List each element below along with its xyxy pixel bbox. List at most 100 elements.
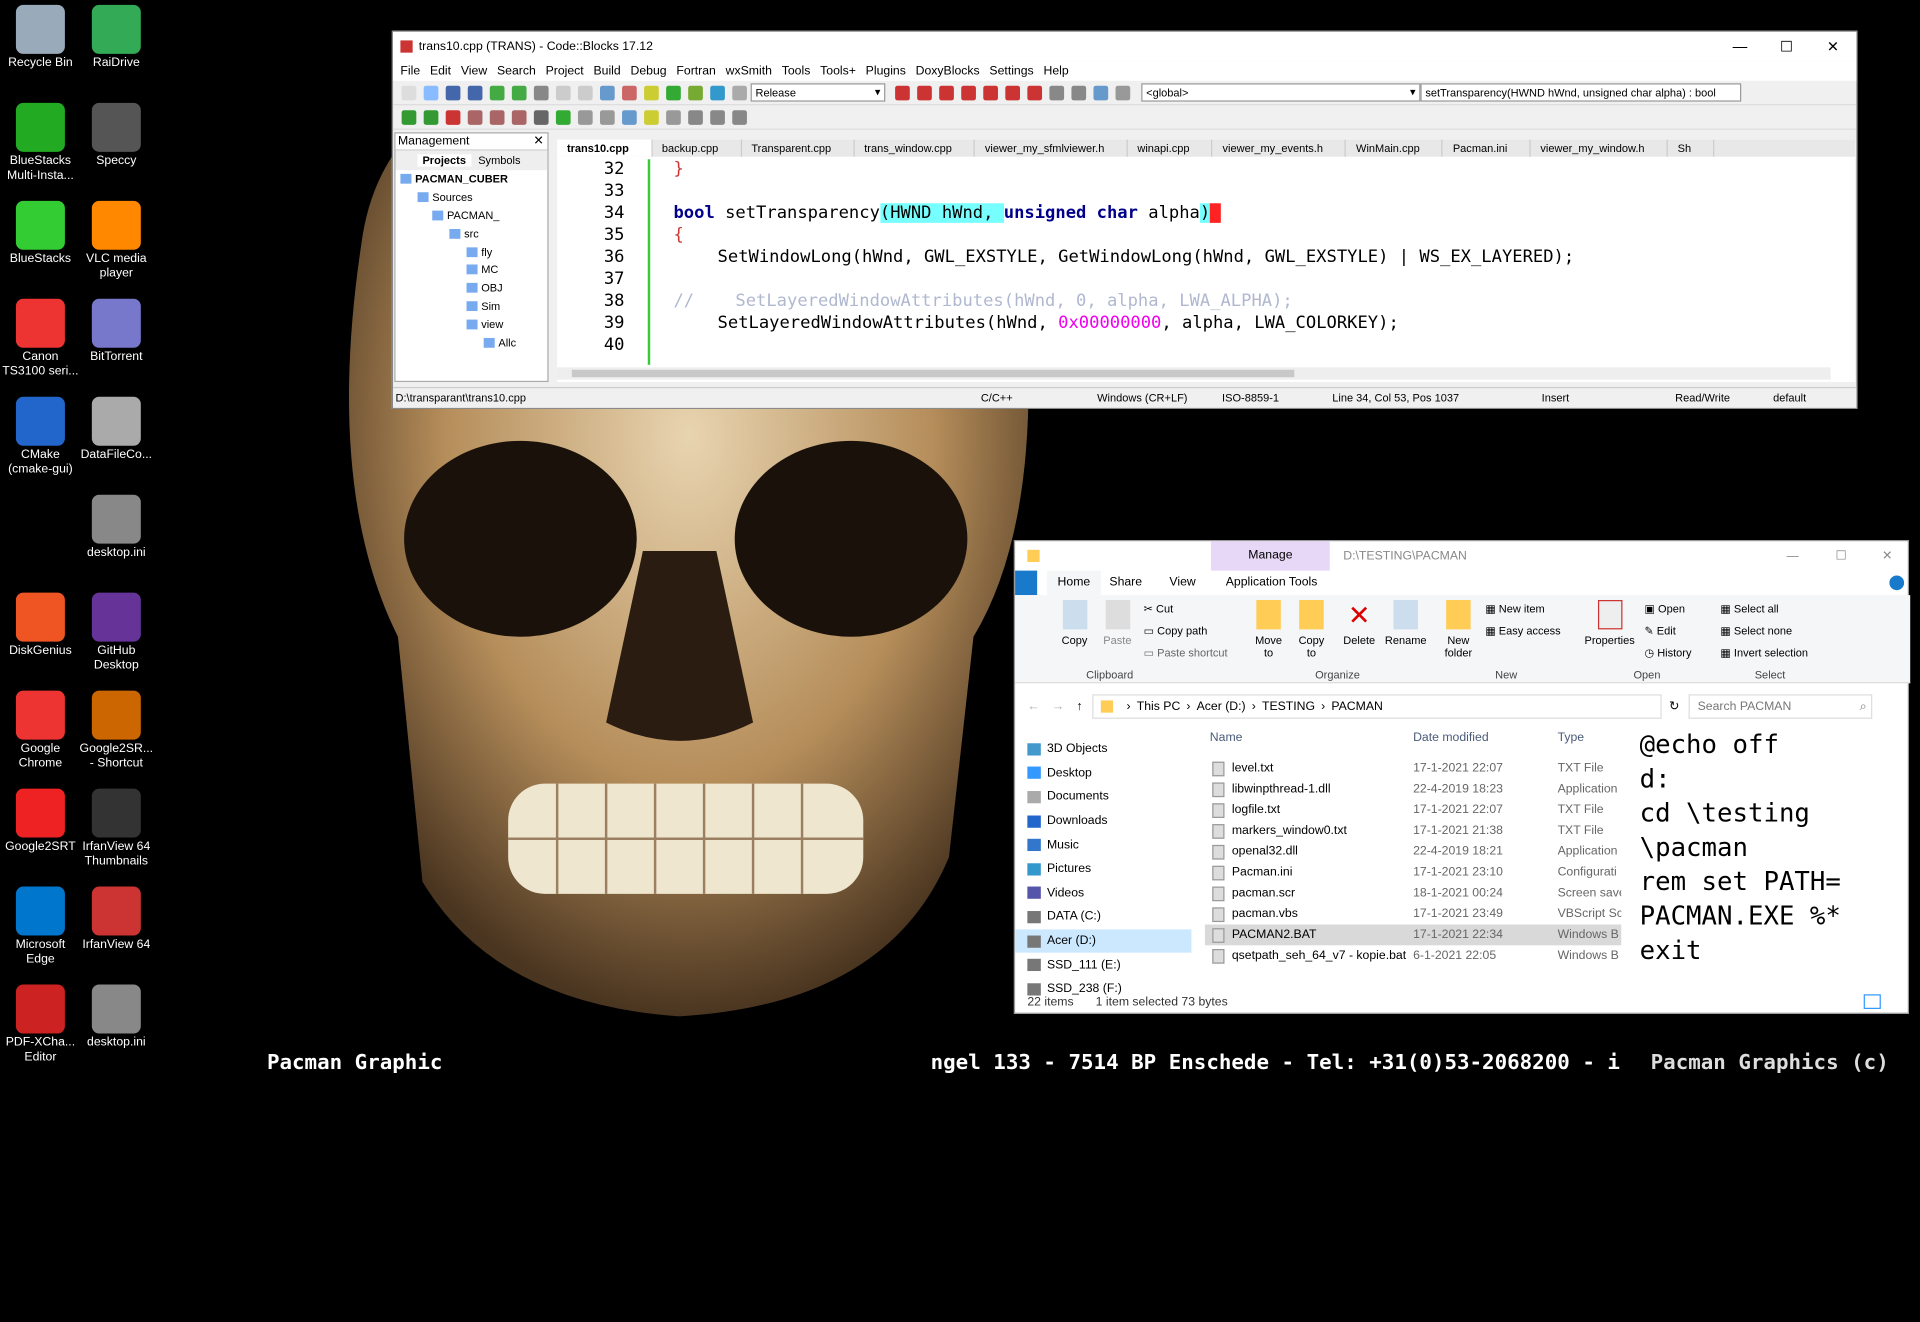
menu-item[interactable]: Settings [989,64,1033,77]
move-to-button[interactable]: Move to [1251,600,1285,659]
doxy-chm-icon[interactable] [622,109,637,125]
nav-item[interactable]: Documents [1015,785,1191,809]
redo-icon[interactable] [511,85,527,100]
tree-item[interactable]: PACMAN_CUBER [396,170,548,188]
desktop-icon[interactable]: Speccy [76,100,157,169]
file-row[interactable]: pacman.scr 18-1-2021 00:24 Screen save [1205,883,1621,904]
file-row[interactable]: qsetpath_seh_64_v7 - kopie.bat 6-1-2021 2… [1205,945,1621,966]
file-tab[interactable] [1015,570,1038,596]
step-into-icon[interactable] [961,85,976,100]
jump-forward-icon[interactable] [732,109,747,125]
editor-tab[interactable]: winapi.cpp [1128,139,1213,157]
menu-item[interactable]: Edit [430,64,451,77]
tab-home[interactable]: Home [1046,570,1101,596]
desktop-icon[interactable]: CMake (cmake-gui) [0,394,81,477]
stop-icon[interactable] [1071,85,1087,100]
tab-symbols[interactable]: Symbols [471,154,528,166]
open-icon[interactable] [423,85,439,100]
nav-item[interactable]: 3D Objects [1015,737,1191,761]
debug-icon[interactable] [895,85,910,100]
horizontal-scrollbar[interactable] [557,367,1831,380]
code-area[interactable]: 32 33 34 35 36 37 38 39 40 } bool setTra… [557,159,1843,365]
editor-tab[interactable]: viewer_my_events.h [1213,139,1347,157]
editor-tab[interactable]: viewer_my_window.h [1531,139,1668,157]
manage-label[interactable]: Manage [1211,541,1330,571]
desktop-icon[interactable]: BlueStacks [0,198,81,267]
paste-icon[interactable] [577,85,593,100]
breadcrumb[interactable]: PACMAN [1331,700,1382,713]
select-none-button[interactable]: ▦ Select none [1720,624,1792,637]
prev-bookmark-icon[interactable] [467,109,483,125]
new-item-button[interactable]: ▦ New item [1485,602,1544,615]
file-row[interactable]: pacman.vbs 17-1-2021 23:49 VBScript Sc [1205,904,1621,925]
jump-back-icon[interactable] [688,109,703,125]
file-row[interactable]: markers_window0.txt 17-1-2021 21:38 TXT Fi… [1205,820,1621,841]
tree-item[interactable]: PACMAN_ [396,206,548,224]
tree-item[interactable]: Sim [396,297,548,315]
run-icon[interactable] [666,85,681,100]
replace-icon[interactable] [622,85,637,100]
desktop-icon[interactable]: Google2SRT [0,786,81,855]
editor-tab[interactable]: Pacman.ini [1443,139,1531,157]
abort-icon[interactable] [732,85,747,100]
editor-tab[interactable]: Sh [1668,139,1715,157]
forward-icon[interactable] [423,109,439,125]
menu-item[interactable]: Help [1043,64,1068,77]
doxy-run-icon[interactable] [555,109,571,125]
menu-item[interactable]: View [461,64,487,77]
rename-button[interactable]: Rename [1385,600,1427,647]
function-select[interactable]: setTransparency(HWND hWnd, unsigned char… [1420,83,1742,102]
col-type[interactable]: Type [1558,731,1585,744]
maximize-icon[interactable]: ☐ [1836,549,1847,562]
save-icon[interactable] [445,85,461,100]
minimize-icon[interactable]: — [1717,38,1764,55]
file-row[interactable]: level.txt 17-1-2021 22:07 TXT File [1205,758,1621,779]
copy-path-button[interactable]: ▭ Copy path [1144,624,1208,637]
easy-access-button[interactable]: ▦ Easy access [1485,624,1560,637]
menu-item[interactable]: Search [497,64,536,77]
run-to-cursor-icon[interactable] [917,85,932,100]
back-icon[interactable] [401,109,417,125]
pause-icon[interactable] [1049,85,1065,100]
tree-item[interactable]: Allc [396,333,548,351]
tree-item[interactable]: OBJ [396,279,548,297]
explorer-title-bar[interactable]: Manage D:\TESTING\PACMAN — ☐ ✕ [1015,541,1910,571]
nav-item[interactable]: Pictures [1015,857,1191,881]
history-button[interactable]: ◷ History [1645,647,1692,660]
nav-item[interactable]: Desktop [1015,761,1191,785]
breadcrumb[interactable]: This PC [1137,700,1181,713]
code-editor[interactable]: trans10.cpp backup.cpp Transparent.cpp tran… [557,139,1856,383]
col-date[interactable]: Date modified [1413,731,1489,744]
paste-button[interactable]: Paste [1103,600,1131,647]
minimize-icon[interactable]: — [1787,549,1799,562]
desktop-icon[interactable]: IrfanView 64 Thumbnails [76,786,157,869]
file-row[interactable]: libwinpthread-1.dll 22-4-2019 18:23 Applic… [1205,779,1621,800]
back-icon[interactable]: ← [1027,700,1039,713]
info-icon[interactable] [1115,85,1131,100]
editor-tab[interactable]: trans10.cpp [557,139,653,157]
find-icon[interactable] [600,85,615,100]
next-instruction-icon[interactable] [1005,85,1021,100]
close-icon[interactable]: ✕ [533,135,543,148]
forward-icon[interactable]: → [1052,700,1064,713]
menu-item[interactable]: Build [593,64,620,77]
doxy-html-icon[interactable] [644,109,659,125]
nav-item[interactable]: Videos [1015,881,1191,905]
desktop-icon[interactable]: IrfanView 64 [76,884,157,953]
tab-projects[interactable]: Projects [417,154,471,167]
details-view-icon[interactable] [1863,994,1881,1009]
nav-item[interactable]: DATA (C:) [1015,905,1191,929]
desktop-icon[interactable]: DataFileCo... [76,394,157,463]
paste-shortcut-button[interactable]: ▭ Paste shortcut [1144,647,1228,660]
desktop-icon[interactable]: Google Chrome [0,688,81,771]
nav-item[interactable]: Acer (D:) [1015,929,1192,954]
tab-application-tools[interactable]: Application Tools [1226,571,1318,595]
step-out-icon[interactable] [983,85,998,100]
address-bar[interactable]: › This PC › Acer (D:) › TESTING › PACMAN [1092,694,1662,719]
scroll-thumb[interactable] [571,369,1295,378]
undo-icon[interactable] [489,85,505,100]
tree-item[interactable]: Sources [396,188,548,206]
up-icon[interactable]: ↑ [1076,700,1082,713]
cut-icon[interactable] [533,85,549,100]
build-target-select[interactable]: Release ▾ [750,83,886,102]
